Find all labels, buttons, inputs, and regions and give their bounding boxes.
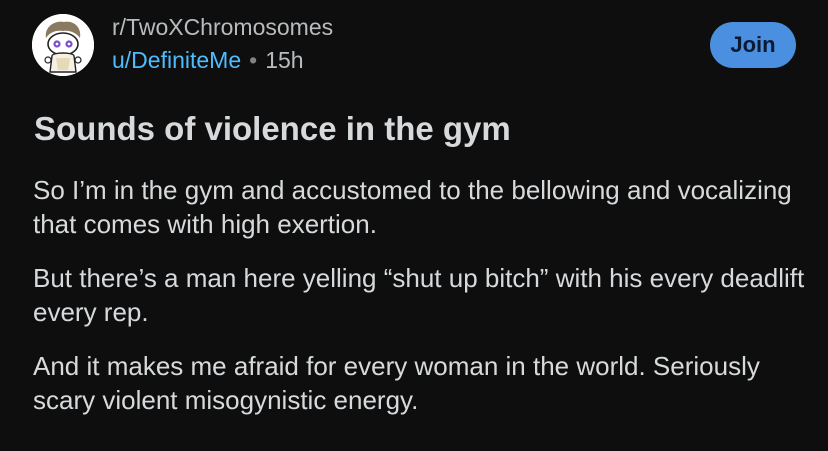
post-header: r/TwoXChromosomes u/DefiniteMe • 15h Join — [32, 12, 796, 76]
join-button[interactable]: Join — [710, 22, 796, 68]
separator-dot: • — [249, 47, 258, 73]
author-link[interactable]: u/DefiniteMe — [112, 47, 241, 73]
author-line: u/DefiniteMe • 15h — [112, 46, 333, 74]
post-timestamp: 15h — [265, 47, 304, 73]
post-meta: r/TwoXChromosomes u/DefiniteMe • 15h — [112, 12, 333, 74]
snoo-avatar-icon[interactable] — [32, 14, 94, 76]
body-paragraph-1: So I’m in the gym and accustomed to the … — [33, 175, 792, 239]
post-title[interactable]: Sounds of violence in the gym — [34, 108, 794, 150]
body-paragraph-2: But there’s a man here yelling “shut up … — [33, 263, 805, 327]
post-body: So I’m in the gym and accustomed to the … — [33, 173, 813, 437]
body-paragraph-3: And it makes me afraid for every woman i… — [33, 351, 760, 415]
post-card: r/TwoXChromosomes u/DefiniteMe • 15h Join … — [0, 0, 828, 451]
subreddit-link[interactable]: r/TwoXChromosomes — [112, 12, 333, 42]
